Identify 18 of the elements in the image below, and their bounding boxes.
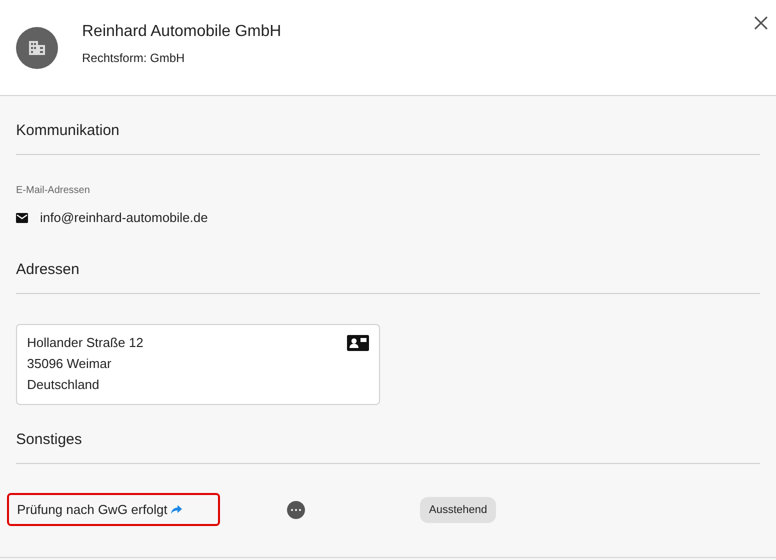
address-line: Hollander Straße 12: [27, 335, 144, 350]
building-icon: [28, 40, 46, 56]
status-badge: Ausstehend: [420, 496, 496, 522]
email-address: info@reinhard-automobile.de: [40, 210, 208, 225]
more-button[interactable]: [287, 500, 305, 518]
share-arrow-icon[interactable]: [171, 505, 182, 514]
mail-icon: [16, 212, 28, 222]
contact-card-icon: [347, 335, 369, 351]
field-label: E-Mail-Adressen: [16, 185, 91, 196]
company-name: Reinhard Automobile GmbH: [82, 22, 282, 40]
check-text: Prüfung nach GwG erfolgt: [17, 502, 168, 517]
address-line: Deutschland: [27, 377, 100, 392]
address-line: 35096 Weimar: [27, 356, 112, 371]
section-title: Kommunikation: [16, 96, 760, 155]
section-title: Sonstiges: [16, 405, 760, 464]
legal-form: Rechtsform: GmbH: [82, 50, 186, 64]
section-title: Adressen: [16, 235, 760, 294]
close-icon: [754, 16, 768, 30]
